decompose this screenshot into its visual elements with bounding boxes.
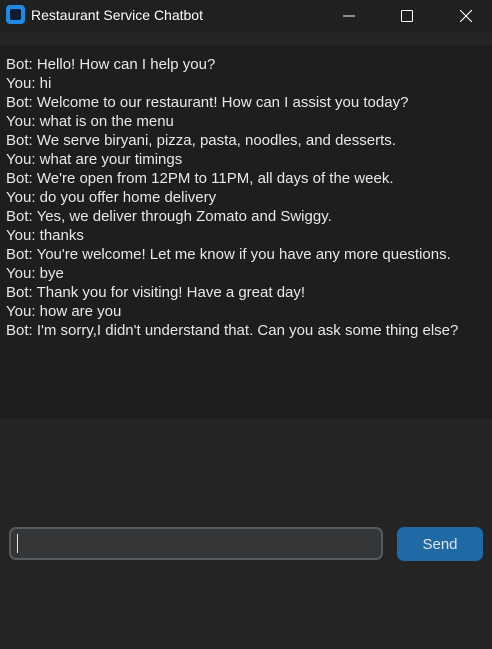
- chat-message: You: bye: [6, 265, 64, 282]
- chat-message: Bot: Welcome to our restaurant! How can …: [6, 94, 409, 111]
- close-button[interactable]: [443, 0, 489, 32]
- chat-message: You: what are your timings: [6, 151, 183, 168]
- minimize-icon: [343, 15, 355, 17]
- chat-message: Bot: I'm sorry,I didn't understand that.…: [6, 322, 459, 339]
- message-input[interactable]: [9, 527, 383, 560]
- title-bar[interactable]: Restaurant Service Chatbot: [0, 0, 492, 32]
- chat-log[interactable]: Bot: Hello! How can I help you? You: hi …: [0, 45, 492, 419]
- chat-message: You: do you offer home delivery: [6, 189, 217, 206]
- chat-message-list: Bot: Hello! How can I help you? You: hi …: [6, 55, 458, 340]
- chat-message: You: hi: [6, 75, 52, 92]
- close-icon: [460, 10, 472, 22]
- window-title: Restaurant Service Chatbot: [31, 7, 203, 23]
- chat-message: You: thanks: [6, 227, 84, 244]
- maximize-icon: [401, 10, 413, 22]
- chat-message: Bot: We're open from 12PM to 11PM, all d…: [6, 170, 394, 187]
- send-button[interactable]: Send: [397, 527, 483, 561]
- chat-message: Bot: Yes, we deliver through Zomato and …: [6, 208, 332, 225]
- chat-message: Bot: We serve biryani, pizza, pasta, noo…: [6, 132, 396, 149]
- chat-message: You: how are you: [6, 303, 122, 320]
- text-caret: [17, 534, 18, 553]
- app-window: Restaurant Service Chatbot Bot: Hello! H…: [0, 0, 492, 649]
- maximize-button[interactable]: [384, 0, 430, 32]
- app-icon: [6, 5, 25, 24]
- chat-message: You: what is on the menu: [6, 113, 174, 130]
- chat-message: Bot: Hello! How can I help you?: [6, 56, 216, 73]
- minimize-button[interactable]: [326, 0, 372, 32]
- chat-message: Bot: Thank you for visiting! Have a grea…: [6, 284, 306, 301]
- chat-message: Bot: You're welcome! Let me know if you …: [6, 246, 451, 263]
